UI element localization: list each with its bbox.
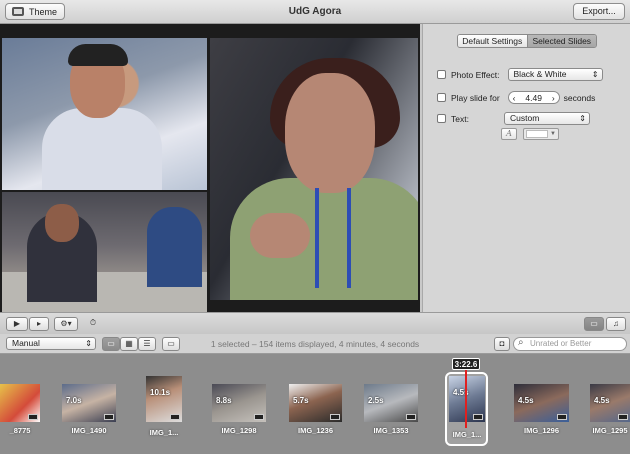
overlay-badge-icon — [618, 414, 628, 420]
text-label: Text: — [451, 113, 469, 124]
thumb-label: _8775 — [9, 426, 31, 435]
overlay-badge-icon — [170, 414, 180, 420]
slides-view-button[interactable]: ▭ — [584, 317, 604, 331]
play-duration-stepper[interactable]: ‹ 4.49 › — [507, 91, 560, 104]
thumb-label: IMG_1298 — [221, 426, 257, 435]
photo-effect-row: Photo Effect: Black & White — [437, 68, 603, 81]
overlay-badge-icon — [28, 414, 38, 420]
thumb-label: IMG_1490 — [71, 426, 107, 435]
chevron-down-icon: ▼ — [550, 131, 556, 137]
filmstrip-thumb[interactable]: _8775 — [0, 384, 40, 435]
window-title: UdG Agora — [288, 6, 342, 17]
preview-photo-man-smiling — [2, 38, 207, 190]
play-duration-value: 4.49 — [525, 92, 542, 103]
play-icon: ▶ — [13, 319, 21, 328]
play-preview-button[interactable]: ▸ — [29, 317, 49, 331]
camera-button[interactable]: ◘ — [494, 337, 510, 351]
inspector-tabs: Default Settings Selected Slides — [457, 34, 597, 48]
overlay-badge-icon — [254, 414, 264, 420]
play-slide-label: Play slide for — [451, 92, 500, 103]
thumb-label: IMG_1... — [452, 430, 482, 439]
preview-photo-classroom — [2, 192, 207, 324]
text-checkbox[interactable] — [437, 114, 446, 123]
thumb-label: IMG_1... — [149, 428, 179, 437]
thumb-label: IMG_1296 — [523, 426, 560, 435]
overlay-badge-icon — [330, 414, 340, 420]
slideshow-preview — [0, 24, 420, 324]
filmstrip[interactable]: 3:22.6 _8775 7.0s IMG_1490 10.1s IMG_1..… — [0, 354, 630, 454]
text-row: Text: Custom — [437, 112, 590, 125]
music-button[interactable]: ♫ — [606, 317, 626, 331]
timer-button[interactable]: ⏱ — [84, 317, 102, 331]
overlay-badge-icon — [406, 414, 416, 420]
filmstrip-thumb[interactable]: 2.5s IMG_1353 — [364, 384, 418, 435]
actions-menu-button[interactable]: ⚙▾ — [54, 317, 78, 331]
photo-effect-label: Photo Effect: — [451, 69, 500, 80]
filter-bar: Manual ▭ ▦ ☰ ▭ 1 selected – 154 items di… — [0, 334, 630, 354]
photo-effect-select[interactable]: Black & White — [507, 68, 603, 81]
stepper-decrement-icon[interactable]: ‹ — [513, 93, 516, 103]
tab-default-settings[interactable]: Default Settings — [458, 35, 527, 47]
text-color-well[interactable]: ▼ — [523, 128, 559, 140]
playhead[interactable] — [465, 370, 467, 428]
thumb-duration: 2.5s — [368, 396, 384, 405]
tab-selected-slides[interactable]: Selected Slides — [526, 35, 596, 47]
overlay-badge-icon — [557, 414, 567, 420]
thumb-label: IMG_1353 — [373, 426, 409, 435]
overlay-badge-icon — [104, 414, 114, 420]
stopwatch-icon: ⏱ — [89, 318, 97, 327]
overlay-badge-icon — [473, 414, 483, 420]
filmstrip-thumb[interactable]: 4.5s IMG_1296 — [514, 384, 569, 435]
photo-effect-checkbox[interactable] — [437, 70, 446, 79]
filmstrip-thumb[interactable]: 8.8s IMG_1298 — [212, 384, 266, 435]
filmstrip-thumb[interactable]: 4.5s IMG_1295 — [590, 384, 630, 435]
play-slide-checkbox[interactable] — [437, 93, 446, 102]
thumb-duration: 10.1s — [150, 388, 171, 397]
stepper-increment-icon[interactable]: › — [552, 93, 555, 103]
thumb-duration: 4.5s — [594, 396, 610, 405]
thumb-duration: 5.7s — [293, 396, 309, 405]
play-fullscreen-button[interactable]: ▶ — [6, 317, 28, 331]
thumb-duration: 7.0s — [66, 396, 82, 405]
music-note-icon: ♫ — [613, 319, 619, 328]
thumb-duration: 8.8s — [216, 396, 232, 405]
color-swatch — [526, 130, 548, 138]
font-button[interactable]: A — [501, 128, 517, 140]
filmstrip-thumb[interactable]: 10.1s IMG_1... — [146, 376, 182, 437]
playback-toolbar: ▶ ▸ ⚙▾ ⏱ ▭ ♫ — [0, 312, 630, 334]
title-bar: Theme UdG Agora Export... — [0, 0, 630, 24]
thumb-duration: 4.5s — [518, 396, 534, 405]
camera-icon: ◘ — [499, 339, 505, 348]
thumb-label: IMG_1236 — [297, 426, 334, 435]
export-button[interactable]: Export... — [573, 3, 625, 20]
rating-search-input[interactable]: Unrated or Better — [513, 337, 627, 351]
playhead-time-badge: 3:22.6 — [452, 358, 480, 370]
filmstrip-thumb-selected[interactable]: 4.5s IMG_1... — [449, 376, 485, 439]
thumb-label: IMG_1295 — [592, 426, 628, 435]
play-small-icon: ▸ — [36, 319, 41, 328]
filmstrip-thumb[interactable]: 7.0s IMG_1490 — [62, 384, 116, 435]
slides-icon: ▭ — [590, 319, 598, 328]
text-style-select[interactable]: Custom — [504, 112, 590, 125]
slide-inspector: Default Settings Selected Slides Photo E… — [422, 24, 630, 312]
gear-icon: ⚙▾ — [60, 319, 72, 328]
play-slide-unit: seconds — [563, 92, 596, 103]
filmstrip-thumb[interactable]: 5.7s IMG_1236 — [289, 384, 342, 435]
play-slide-row: Play slide for ‹ 4.49 › seconds — [437, 91, 595, 104]
preview-photo-woman — [210, 38, 418, 300]
